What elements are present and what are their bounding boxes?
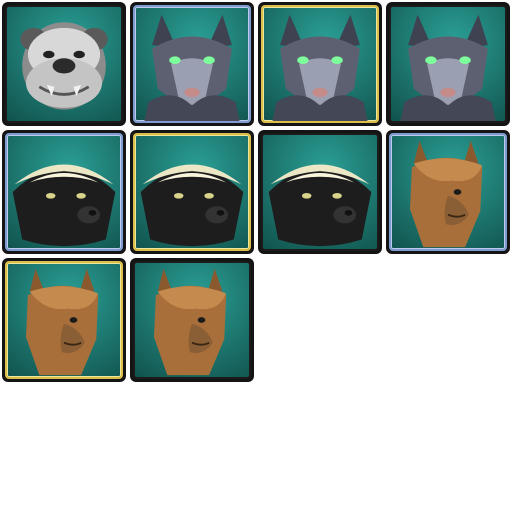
portrait-frame[interactable] [258, 130, 382, 254]
portrait-tile[interactable] [128, 256, 256, 384]
portrait-inner-border [389, 5, 507, 123]
portrait-frame[interactable] [130, 130, 254, 254]
honey-badger-portrait [268, 164, 372, 247]
portrait-inner-border [261, 133, 379, 251]
portrait-inner-border [133, 133, 251, 251]
portrait-tile[interactable] [0, 128, 128, 256]
portrait-inner-border [5, 261, 123, 379]
portrait-frame[interactable] [258, 2, 382, 126]
portrait-inner-border [5, 5, 123, 123]
honey-badger-portrait [140, 164, 244, 247]
honey-badger-portrait [12, 164, 116, 247]
alpaca-portrait [154, 268, 227, 376]
portrait-tile[interactable] [0, 256, 128, 384]
portrait-frame[interactable] [386, 2, 510, 126]
portrait-tile[interactable] [128, 0, 256, 128]
wolf-portrait [144, 14, 240, 121]
portrait-frame[interactable] [386, 130, 510, 254]
portrait-inner-border [389, 133, 507, 251]
portrait-tile[interactable] [128, 128, 256, 256]
wolf-portrait [400, 14, 496, 121]
portrait-frame[interactable] [130, 2, 254, 126]
alpaca-portrait [26, 268, 99, 376]
portrait-inner-border [133, 261, 251, 379]
portrait-inner-border [5, 133, 123, 251]
wolf-portrait [272, 14, 368, 121]
portrait-tile[interactable] [256, 128, 384, 256]
portrait-tile[interactable] [384, 0, 512, 128]
portrait-frame[interactable] [130, 258, 254, 382]
portrait-frame[interactable] [2, 2, 126, 126]
bulldog-portrait [20, 22, 108, 110]
portrait-frame[interactable] [2, 258, 126, 382]
alpaca-portrait [410, 140, 483, 248]
portrait-inner-border [133, 5, 251, 123]
portrait-frame[interactable] [2, 130, 126, 254]
portrait-tile[interactable] [0, 0, 128, 128]
portrait-tile[interactable] [256, 0, 384, 128]
portrait-grid [0, 0, 512, 384]
portrait-inner-border [261, 5, 379, 123]
portrait-tile[interactable] [384, 128, 512, 256]
